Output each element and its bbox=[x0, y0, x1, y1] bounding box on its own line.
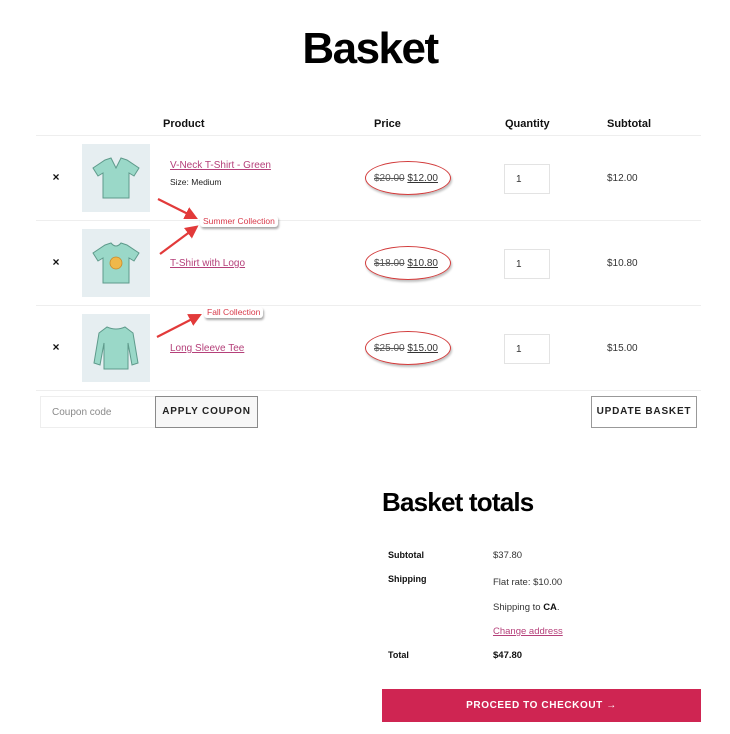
product-variation: Size: Medium bbox=[170, 177, 222, 187]
product-thumbnail[interactable] bbox=[82, 314, 150, 382]
logo-tshirt-icon bbox=[92, 242, 140, 284]
table-row: × Long Sleeve Tee $25.00 $15.00 $15.00 bbox=[36, 306, 701, 391]
remove-item-icon[interactable]: × bbox=[49, 340, 63, 354]
shipping-to-suffix: . bbox=[556, 602, 560, 613]
table-row: × V-Neck T-Shirt - Green Size: Medium $2… bbox=[36, 136, 701, 221]
annotation-fall-collection: Fall Collection bbox=[204, 307, 264, 318]
shipping-rate: Flat rate: $10.00 bbox=[493, 577, 563, 588]
sale-price: $15.00 bbox=[407, 343, 438, 354]
subtotal-label: Subtotal bbox=[388, 550, 424, 560]
table-row: × T-Shirt with Logo $18.00 $10.80 $10.80 bbox=[36, 221, 701, 306]
annotation-summer-collection: Summer Collection bbox=[200, 216, 278, 227]
quantity-input[interactable] bbox=[504, 334, 550, 364]
regular-price: $20.00 bbox=[374, 173, 405, 184]
header-product: Product bbox=[163, 118, 205, 130]
price: $20.00 $12.00 bbox=[374, 173, 438, 184]
quantity-input[interactable] bbox=[504, 249, 550, 279]
header-subtotal: Subtotal bbox=[607, 118, 651, 130]
quantity-input[interactable] bbox=[504, 164, 550, 194]
vneck-tshirt-icon bbox=[92, 157, 140, 199]
shipping-destination: Shipping to CA. bbox=[493, 602, 560, 613]
cart-table: Product Price Quantity Subtotal × V-Neck… bbox=[36, 108, 701, 443]
row-subtotal: $12.00 bbox=[607, 173, 638, 184]
page-title: Basket bbox=[302, 24, 439, 73]
price: $25.00 $15.00 bbox=[374, 343, 438, 354]
row-subtotal: $10.80 bbox=[607, 258, 638, 269]
checkout-label: PROCEED TO CHECKOUT bbox=[466, 700, 603, 711]
row-subtotal: $15.00 bbox=[607, 343, 638, 354]
regular-price: $25.00 bbox=[374, 343, 405, 354]
remove-item-icon[interactable]: × bbox=[49, 255, 63, 269]
shipping-label: Shipping bbox=[388, 574, 427, 584]
long-sleeve-tee-icon bbox=[93, 326, 139, 370]
product-name-link[interactable]: V-Neck T-Shirt - Green bbox=[170, 160, 271, 171]
sale-price: $10.80 bbox=[407, 258, 438, 269]
shipping-to-prefix: Shipping to bbox=[493, 602, 544, 613]
subtotal-value: $37.80 bbox=[493, 550, 523, 561]
header-price: Price bbox=[374, 118, 401, 130]
shipping-region: CA bbox=[543, 602, 557, 613]
product-thumbnail[interactable] bbox=[82, 144, 150, 212]
change-address-link[interactable]: Change address bbox=[493, 626, 563, 637]
price: $18.00 $10.80 bbox=[374, 258, 438, 269]
product-thumbnail[interactable] bbox=[82, 229, 150, 297]
total-label: Total bbox=[388, 650, 409, 660]
product-name-link[interactable]: T-Shirt with Logo bbox=[170, 258, 245, 269]
cart-actions: APPLY COUPON UPDATE BASKET bbox=[36, 391, 701, 443]
coupon-code-input[interactable] bbox=[40, 396, 156, 428]
apply-coupon-button[interactable]: APPLY COUPON bbox=[155, 396, 258, 428]
basket-totals-title: Basket totals bbox=[382, 487, 534, 517]
sale-price: $12.00 bbox=[407, 173, 438, 184]
update-basket-button[interactable]: UPDATE BASKET bbox=[591, 396, 697, 428]
table-header: Product Price Quantity Subtotal bbox=[36, 108, 701, 136]
product-name-link[interactable]: Long Sleeve Tee bbox=[170, 343, 244, 354]
proceed-to-checkout-button[interactable]: PROCEED TO CHECKOUT → bbox=[382, 689, 701, 722]
header-quantity: Quantity bbox=[505, 118, 550, 130]
regular-price: $18.00 bbox=[374, 258, 405, 269]
remove-item-icon[interactable]: × bbox=[49, 170, 63, 184]
total-value: $47.80 bbox=[493, 650, 523, 661]
arrow-right-icon: → bbox=[606, 700, 617, 711]
